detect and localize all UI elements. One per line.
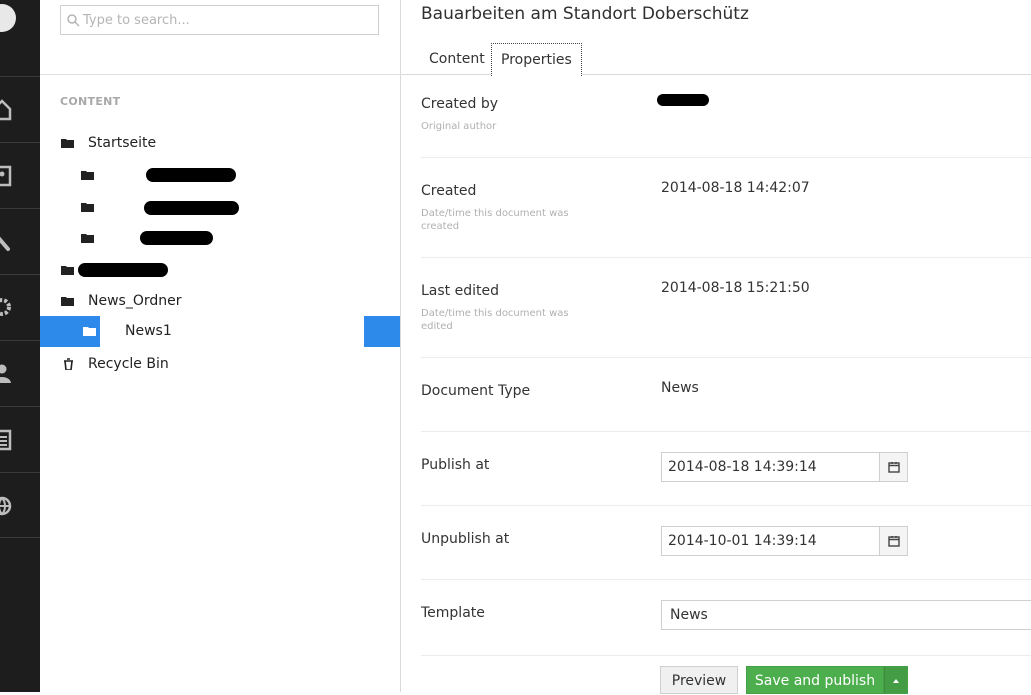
tree-node-label: Recycle Bin	[88, 356, 169, 372]
document-tabs: Content Properties	[401, 43, 1031, 76]
folder-icon	[61, 139, 74, 148]
redaction-mark	[144, 201, 239, 215]
gear-icon	[0, 295, 12, 319]
redaction-mark	[146, 168, 236, 182]
tree-node-label: News_Ordner	[88, 293, 182, 309]
property-label: Unpublish at	[421, 531, 510, 547]
tree-node-redacted-1[interactable]	[80, 160, 380, 190]
property-label: Template	[421, 605, 485, 621]
search-input[interactable]	[83, 10, 373, 30]
property-label: Publish at	[421, 457, 490, 473]
content-tree-panel: CONTENT Startseite News_Ordner News1 Rec…	[40, 0, 401, 692]
app-sidebar	[0, 0, 40, 692]
folder-icon	[81, 203, 94, 212]
section-settings-tools[interactable]	[0, 208, 40, 274]
tree-node-redacted-3[interactable]	[80, 223, 380, 253]
unpublish-at-calendar-button[interactable]	[879, 527, 907, 555]
list-icon	[0, 427, 12, 451]
folder-icon	[61, 266, 74, 275]
property-description: Date/time this document was created	[421, 208, 569, 232]
property-description: Original author	[421, 121, 497, 132]
folder-icon	[81, 171, 94, 180]
property-unpublish-at: Unpublish at	[421, 506, 1031, 580]
property-last-edited: Last edited Date/time this document was …	[421, 258, 1031, 358]
property-created: Created Date/time this document was crea…	[421, 158, 1031, 258]
publish-at-field	[661, 452, 908, 482]
search-box	[60, 5, 379, 35]
preview-button[interactable]: Preview	[660, 666, 738, 694]
caret-up-icon	[893, 679, 899, 683]
folder-icon	[83, 327, 96, 336]
property-value: 2014-08-18 14:42:07	[661, 180, 810, 196]
section-developer[interactable]	[0, 274, 40, 340]
search-icon	[67, 14, 80, 27]
property-value: News	[661, 380, 699, 396]
property-template: Template News	[421, 580, 1031, 656]
media-icon	[0, 163, 12, 187]
property-description: Date/time this document was edited	[421, 308, 569, 332]
tree-node-news1[interactable]: News1	[82, 316, 362, 346]
redaction-mark	[78, 263, 168, 277]
calendar-icon	[888, 536, 900, 547]
property-label: Created by	[421, 96, 499, 112]
tree-heading: CONTENT	[60, 95, 121, 108]
tree-divider	[40, 74, 401, 75]
save-options-dropdown-button[interactable]	[884, 666, 908, 694]
redaction-mark	[140, 231, 213, 245]
tree-node-redacted-4[interactable]	[60, 255, 380, 285]
tab-content[interactable]: Content	[420, 43, 494, 75]
redaction-mark	[657, 94, 709, 106]
tree-node-label: News1	[125, 323, 172, 339]
document-title[interactable]: Bauarbeiten am Standort Doberschütz	[421, 4, 749, 24]
trash-icon	[64, 358, 73, 370]
calendar-icon	[888, 462, 900, 473]
property-label: Last edited	[421, 283, 499, 299]
section-media[interactable]	[0, 142, 40, 208]
section-content[interactable]	[0, 76, 40, 142]
property-document-type: Document Type News	[421, 358, 1031, 432]
folder-icon	[81, 234, 94, 243]
tree-node-news-ordner[interactable]: News_Ordner	[60, 286, 380, 316]
property-publish-at: Publish at	[421, 432, 1031, 506]
section-translation[interactable]	[0, 472, 40, 538]
user-icon	[0, 361, 12, 385]
unpublish-at-field	[661, 526, 908, 556]
wrench-icon	[0, 229, 12, 253]
template-select[interactable]: News	[661, 600, 1031, 630]
publish-at-calendar-button[interactable]	[879, 453, 907, 481]
document-editor: Bauarbeiten am Standort Doberschütz Cont…	[401, 0, 1031, 694]
property-label: Document Type	[421, 383, 531, 399]
unpublish-at-input[interactable]	[668, 532, 873, 550]
tree-node-label: Startseite	[88, 135, 157, 151]
home-icon	[0, 97, 12, 121]
save-and-publish-button[interactable]: Save and publish	[746, 666, 884, 694]
property-label: Created	[421, 183, 477, 199]
tree-node-startseite[interactable]: Startseite	[60, 128, 380, 158]
globe-icon	[0, 493, 12, 517]
folder-icon	[61, 297, 74, 306]
publish-at-input[interactable]	[668, 458, 873, 476]
section-users[interactable]	[0, 340, 40, 406]
tree-node-recycle-bin[interactable]: Recycle Bin	[60, 349, 380, 379]
tree-node-redacted-2[interactable]	[80, 192, 380, 222]
section-members[interactable]	[0, 406, 40, 472]
property-created-by: Created by Original author	[421, 75, 1031, 158]
user-avatar[interactable]	[0, 4, 16, 32]
property-value: 2014-08-18 15:21:50	[661, 280, 810, 296]
tab-properties[interactable]: Properties	[491, 43, 582, 76]
